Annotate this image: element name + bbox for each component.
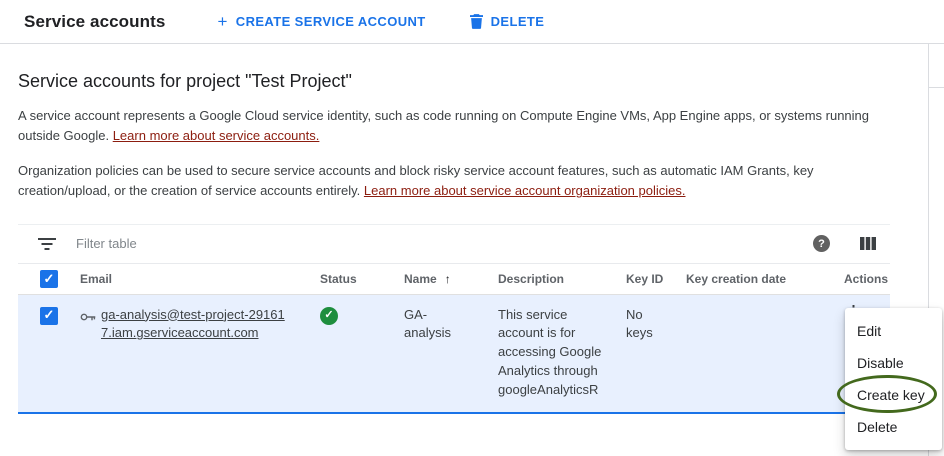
- top-bar: Service accounts + CREATE SERVICE ACCOUN…: [0, 0, 944, 44]
- intro-paragraph: A service account represents a Google Cl…: [18, 106, 886, 146]
- sort-ascending-icon: ↑: [445, 272, 451, 286]
- service-accounts-table: ? ✓ Email Status Name↑ Description Key I…: [18, 224, 890, 414]
- menu-item-create-key[interactable]: Create key: [845, 379, 942, 411]
- description-cell: This service account is for accessing Go…: [494, 306, 626, 400]
- select-all-checkbox[interactable]: ✓: [40, 270, 58, 288]
- service-accounts-page: Service accounts + CREATE SERVICE ACCOUN…: [0, 0, 944, 456]
- page-title: Service accounts: [24, 12, 165, 32]
- column-header-email: Email: [80, 272, 306, 286]
- create-service-account-button[interactable]: + CREATE SERVICE ACCOUNT: [207, 8, 435, 36]
- plus-icon: +: [217, 13, 227, 30]
- menu-item-delete[interactable]: Delete: [845, 411, 942, 443]
- column-header-key-creation-date: Key creation date: [686, 272, 828, 286]
- section-heading: Service accounts for project "Test Proje…: [18, 71, 890, 92]
- column-header-actions: Actions: [828, 272, 890, 286]
- column-header-name[interactable]: Name↑: [400, 272, 494, 286]
- trash-icon: [470, 14, 483, 29]
- delete-button[interactable]: DELETE: [460, 8, 555, 35]
- main-content: Service accounts for project "Test Proje…: [0, 71, 890, 414]
- service-account-email-link[interactable]: ga-analysis@test-project-291617.iam.gser…: [101, 306, 294, 344]
- select-all-cell: ✓: [18, 270, 80, 288]
- row-select-cell: ✓: [18, 306, 80, 325]
- status-active-icon: ✓: [320, 307, 338, 325]
- filter-icon: [38, 238, 56, 250]
- org-policies-paragraph: Organization policies can be used to sec…: [18, 161, 886, 201]
- table-filter-row: ?: [18, 224, 890, 264]
- key-id-cell: No keys: [626, 306, 686, 344]
- delete-label: DELETE: [491, 14, 545, 29]
- service-account-key-icon: [80, 309, 96, 328]
- row-actions-context-menu: Edit Disable Create key Delete: [845, 308, 942, 450]
- email-cell: ga-analysis@test-project-291617.iam.gser…: [80, 306, 306, 344]
- column-display-icon[interactable]: [860, 237, 876, 250]
- filter-table-input[interactable]: [74, 235, 813, 252]
- status-cell: ✓: [306, 306, 400, 325]
- name-cell: GA-analysis: [400, 306, 494, 344]
- column-header-status: Status: [306, 272, 400, 286]
- table-row: ✓ ga-analysis@test-project-291617.iam.gs…: [18, 295, 890, 414]
- table-header-row: ✓ Email Status Name↑ Description Key ID …: [18, 264, 890, 295]
- service-account-description: This service account is for accessing Go…: [498, 306, 608, 400]
- column-header-key-id: Key ID: [626, 272, 686, 286]
- org-policies-learn-more-link[interactable]: Learn more about service account organiz…: [364, 183, 686, 198]
- help-icon[interactable]: ?: [813, 235, 830, 252]
- create-service-account-label: CREATE SERVICE ACCOUNT: [236, 14, 426, 29]
- intro-learn-more-link[interactable]: Learn more about service accounts.: [113, 128, 320, 143]
- service-account-name: GA-analysis: [404, 306, 466, 344]
- menu-item-edit[interactable]: Edit: [845, 315, 942, 347]
- row-checkbox[interactable]: ✓: [40, 307, 58, 325]
- menu-item-disable[interactable]: Disable: [845, 347, 942, 379]
- column-header-description: Description: [494, 272, 626, 286]
- key-id-value: No keys: [626, 306, 660, 344]
- right-panel-top-section: [929, 44, 944, 88]
